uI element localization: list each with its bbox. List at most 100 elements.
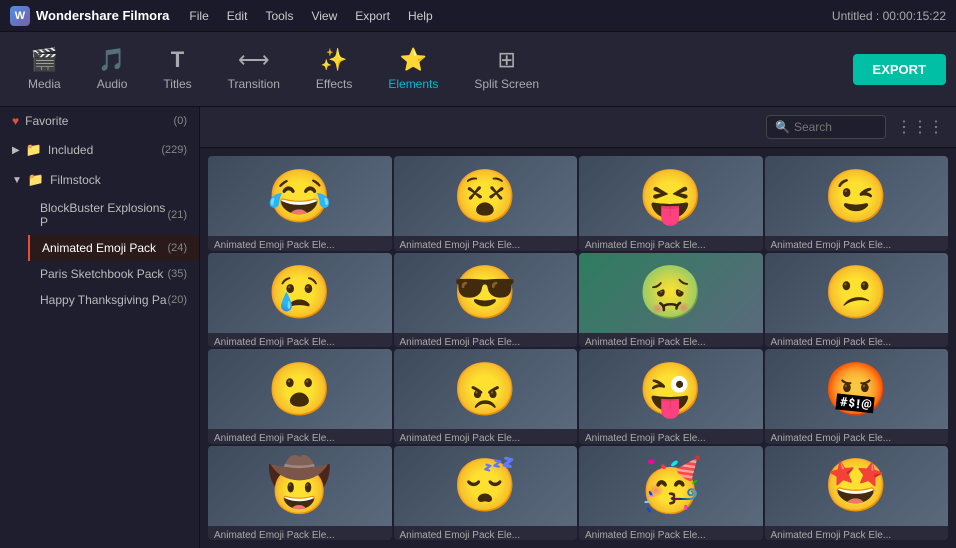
sidebar-item-favorite[interactable]: ♥ Favorite (0) (0, 107, 199, 135)
grid-item-10[interactable]: 😠 Animated Emoji Pack Ele... (394, 349, 578, 444)
grid-item-9[interactable]: 😮 Animated Emoji Pack Ele... (208, 349, 392, 444)
sidebar-item-paris[interactable]: Paris Sketchbook Pack (35) (28, 261, 199, 287)
emoji-7: 🤢 (638, 262, 703, 323)
transition-label: Transition (228, 77, 280, 91)
grid-item-7[interactable]: 🤢 Animated Emoji Pack Ele... (579, 253, 763, 348)
grid-label-3: Animated Emoji Pack Ele... (579, 236, 763, 250)
menu-view[interactable]: View (311, 9, 337, 23)
sidebar-item-filmstock[interactable]: ▼ 📁 Filmstock (0, 165, 199, 195)
emoji-11: 😜 (638, 359, 703, 420)
sidebar-item-included[interactable]: ▶ 📁 Included (229) (0, 135, 199, 165)
menu-tools[interactable]: Tools (265, 9, 293, 23)
menu-help[interactable]: Help (408, 9, 433, 23)
main-layout: ♥ Favorite (0) ▶ 📁 Included (229) ▼ 📁 Fi… (0, 107, 956, 548)
menu-edit[interactable]: Edit (227, 9, 248, 23)
tool-effects[interactable]: ✨ Effects (298, 39, 370, 99)
grid-thumb-12: 🤬 (765, 349, 949, 429)
grid-thumb-8: 😕 (765, 253, 949, 333)
export-button[interactable]: EXPORT (853, 54, 946, 85)
grid-item-16[interactable]: 🤩 Animated Emoji Pack Ele... (765, 446, 949, 541)
emoji-3: 😝 (638, 166, 703, 227)
effects-icon: ✨ (320, 47, 347, 73)
emoji-12: 🤬 (824, 359, 889, 420)
emoji-16: 🤩 (824, 455, 889, 516)
collapse-included-icon: ▶ (12, 145, 20, 156)
included-count: (229) (161, 144, 187, 156)
folder-included-icon: 📁 (26, 142, 42, 158)
grid-label-16: Animated Emoji Pack Ele... (765, 526, 949, 540)
grid-item-8[interactable]: 😕 Animated Emoji Pack Ele... (765, 253, 949, 348)
content-header: 🔍 ⋮⋮⋮ (200, 107, 956, 148)
grid-label-6: Animated Emoji Pack Ele... (394, 333, 578, 347)
media-label: Media (28, 77, 61, 91)
audio-label: Audio (97, 77, 128, 91)
transition-icon: ⟷ (238, 47, 270, 73)
grid-item-14[interactable]: 😴 Animated Emoji Pack Ele... (394, 446, 578, 541)
tool-elements[interactable]: ⭐ Elements (370, 39, 456, 99)
toolbar: 🎬 Media 🎵 Audio T Titles ⟷ Transition ✨ … (0, 32, 956, 107)
media-icon: 🎬 (31, 47, 58, 73)
emoji-14: 😴 (453, 455, 518, 516)
favorite-label: Favorite (25, 114, 68, 128)
emoji-15: 🥳 (638, 455, 703, 516)
grid-label-7: Animated Emoji Pack Ele... (579, 333, 763, 347)
animated-emoji-label: Animated Emoji Pack (42, 241, 156, 255)
project-title: Untitled : 00:00:15:22 (832, 9, 946, 23)
grid-label-10: Animated Emoji Pack Ele... (394, 429, 578, 443)
grid-thumb-2: 😵 (394, 156, 578, 236)
emoji-9: 😮 (267, 359, 332, 420)
elements-grid: 😂 Animated Emoji Pack Ele... 😵 Animated … (200, 148, 956, 548)
favorite-count: (0) (174, 115, 187, 127)
grid-thumb-11: 😜 (579, 349, 763, 429)
grid-item-15[interactable]: 🥳 Animated Emoji Pack Ele... (579, 446, 763, 541)
tool-split-screen[interactable]: ⊞ Split Screen (456, 39, 557, 99)
emoji-1: 😂 (267, 166, 332, 227)
grid-item-3[interactable]: 😝 Animated Emoji Pack Ele... (579, 156, 763, 251)
grid-item-12[interactable]: 🤬 Animated Emoji Pack Ele... (765, 349, 949, 444)
grid-label-9: Animated Emoji Pack Ele... (208, 429, 392, 443)
grid-thumb-10: 😠 (394, 349, 578, 429)
effects-label: Effects (316, 77, 352, 91)
sidebar-item-blockbuster[interactable]: BlockBuster Explosions P (21) (28, 195, 199, 235)
search-input[interactable] (794, 120, 874, 134)
grid-item-11[interactable]: 😜 Animated Emoji Pack Ele... (579, 349, 763, 444)
paris-label: Paris Sketchbook Pack (40, 267, 163, 281)
tool-audio[interactable]: 🎵 Audio (79, 39, 146, 99)
logo-icon: W (10, 6, 30, 26)
tool-media[interactable]: 🎬 Media (10, 39, 79, 99)
tool-titles[interactable]: T Titles (145, 39, 209, 99)
menu-file[interactable]: File (189, 9, 208, 23)
menu-bar: File Edit Tools View Export Help (189, 9, 432, 23)
titles-icon: T (171, 47, 184, 73)
included-label: Included (48, 143, 93, 157)
app-name: Wondershare Filmora (36, 8, 169, 23)
grid-item-13[interactable]: 🤠 Animated Emoji Pack Ele... (208, 446, 392, 541)
audio-icon: 🎵 (98, 47, 125, 73)
grid-label-8: Animated Emoji Pack Ele... (765, 333, 949, 347)
tool-transition[interactable]: ⟷ Transition (210, 39, 298, 99)
grid-toggle-icon[interactable]: ⋮⋮⋮ (896, 117, 944, 137)
grid-item-4[interactable]: 😉 Animated Emoji Pack Ele... (765, 156, 949, 251)
search-icon: 🔍 (775, 120, 790, 134)
folder-filmstock-icon: 📁 (28, 172, 44, 188)
grid-label-15: Animated Emoji Pack Ele... (579, 526, 763, 540)
menu-export[interactable]: Export (355, 9, 390, 23)
grid-thumb-1: 😂 (208, 156, 392, 236)
collapse-filmstock-icon: ▼ (12, 175, 22, 186)
search-box[interactable]: 🔍 (766, 115, 886, 139)
top-bar: W Wondershare Filmora File Edit Tools Vi… (0, 0, 956, 32)
grid-item-2[interactable]: 😵 Animated Emoji Pack Ele... (394, 156, 578, 251)
filmstock-children: BlockBuster Explosions P (21) Animated E… (0, 195, 199, 313)
thanksgiving-label: Happy Thanksgiving Pa (40, 293, 167, 307)
grid-thumb-9: 😮 (208, 349, 392, 429)
animated-emoji-count: (24) (167, 242, 187, 254)
emoji-4: 😉 (824, 166, 889, 227)
grid-thumb-3: 😝 (579, 156, 763, 236)
grid-item-5[interactable]: 😢 Animated Emoji Pack Ele... (208, 253, 392, 348)
grid-item-1[interactable]: 😂 Animated Emoji Pack Ele... (208, 156, 392, 251)
sidebar-item-thanksgiving[interactable]: Happy Thanksgiving Pa (20) (28, 287, 199, 313)
sidebar-item-animated-emoji[interactable]: Animated Emoji Pack (24) (28, 235, 199, 261)
elements-label: Elements (388, 77, 438, 91)
grid-thumb-4: 😉 (765, 156, 949, 236)
grid-item-6[interactable]: 😎 Animated Emoji Pack Ele... (394, 253, 578, 348)
